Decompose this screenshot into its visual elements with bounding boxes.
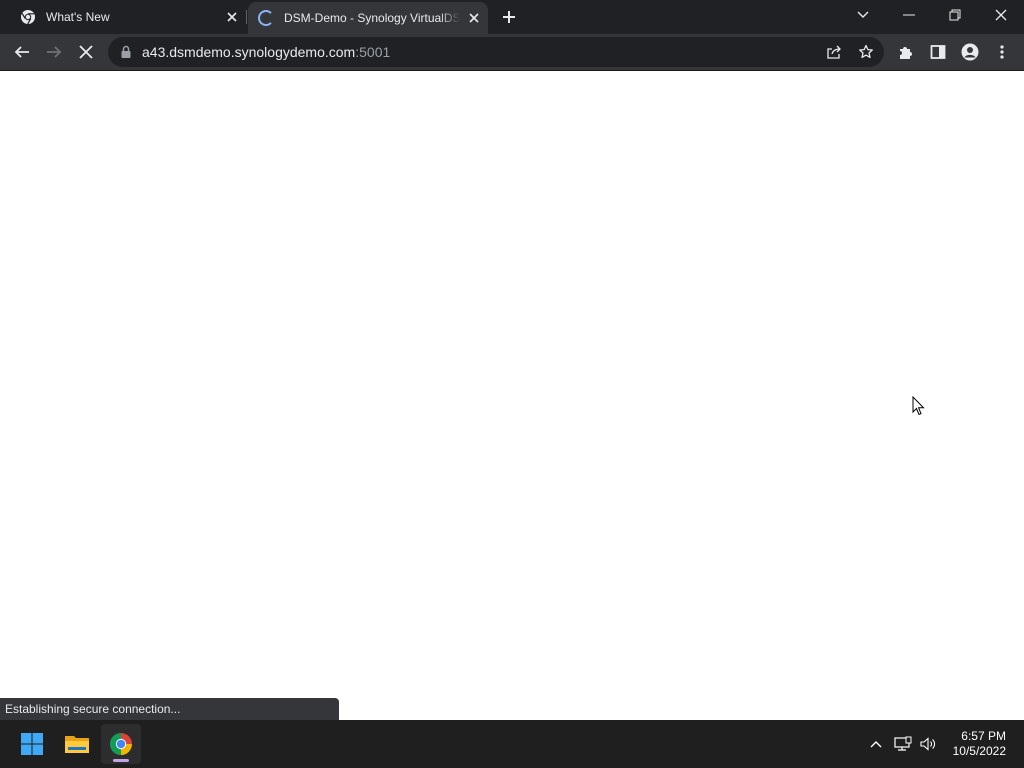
restore-button[interactable] [932,0,978,30]
tab-title: What's New [46,10,110,24]
new-tab-button[interactable] [498,7,520,27]
start-button[interactable] [12,724,52,764]
tab-divider [246,10,247,24]
close-window-button[interactable] [978,0,1024,30]
menu-button[interactable] [988,38,1016,66]
chrome-icon [110,733,132,755]
show-hidden-icons-button[interactable] [866,734,886,754]
tab-search-button[interactable] [840,0,886,30]
stop-button[interactable] [72,38,100,66]
loading-spinner-icon [258,10,274,26]
back-button[interactable] [8,38,36,66]
chevron-down-icon [857,11,869,18]
profile-icon [961,43,979,61]
url-host: a43.dsmdemo.synologydemo.com [142,44,356,60]
windows-start-icon [21,733,43,755]
close-tab-icon[interactable] [224,9,240,25]
status-bubble: Establishing secure connection... [0,698,339,720]
puzzle-icon [900,47,912,59]
tab-title: DSM-Demo - Synology VirtualDSM [284,11,460,25]
url-port: :5001 [355,44,391,60]
lock-icon[interactable] [120,45,132,59]
back-arrow-icon [14,46,29,58]
network-button[interactable] [893,734,913,754]
minimize-icon [903,14,915,16]
taskbar-chrome[interactable] [101,724,141,764]
extensions-button[interactable] [892,38,920,66]
share-icon[interactable] [826,44,842,60]
taskbar-file-explorer[interactable] [57,724,97,764]
volume-button[interactable] [918,734,938,754]
url-text: a43.dsmdemo.synologydemo.com:5001 [142,44,390,60]
forward-arrow-icon [47,46,62,58]
star-icon[interactable] [858,44,874,60]
browser-toolbar: a43.dsmdemo.synologydemo.com:5001 [0,34,1024,70]
tab-dsm-demo[interactable]: DSM-Demo - Synology VirtualDSM [248,2,488,34]
tab-whats-new[interactable]: What's New [0,0,246,34]
clock-date: 10/5/2022 [952,744,1006,758]
mouse-cursor-icon [912,396,925,416]
screen: What's New DSM-Demo - Synology VirtualDS… [0,0,1024,768]
address-bar[interactable]: a43.dsmdemo.synologydemo.com:5001 [108,37,884,67]
file-explorer-icon [65,736,89,753]
page-content[interactable]: Establishing secure connection... [0,71,1024,720]
profile-button[interactable] [956,38,984,66]
stop-x-icon [79,45,93,59]
side-panel-icon [930,45,946,59]
active-app-indicator [113,759,129,762]
plus-icon [503,11,515,23]
taskbar: 6:57 PM 10/5/2022 [0,720,1024,768]
chrome-icon [20,9,36,25]
volume-icon [920,737,935,751]
close-icon [995,9,1007,21]
chevron-up-icon [870,741,882,748]
side-panel-button[interactable] [924,38,952,66]
minimize-button[interactable] [886,0,932,30]
kebab-menu-icon [1000,45,1004,59]
restore-icon [949,9,961,21]
network-icon [894,736,912,751]
forward-button[interactable] [40,38,68,66]
tab-strip: What's New DSM-Demo - Synology VirtualDS… [0,0,1024,34]
system-clock[interactable]: 6:57 PM 10/5/2022 [953,729,1006,759]
clock-time: 6:57 PM [961,729,1006,743]
close-tab-icon[interactable] [466,10,482,26]
